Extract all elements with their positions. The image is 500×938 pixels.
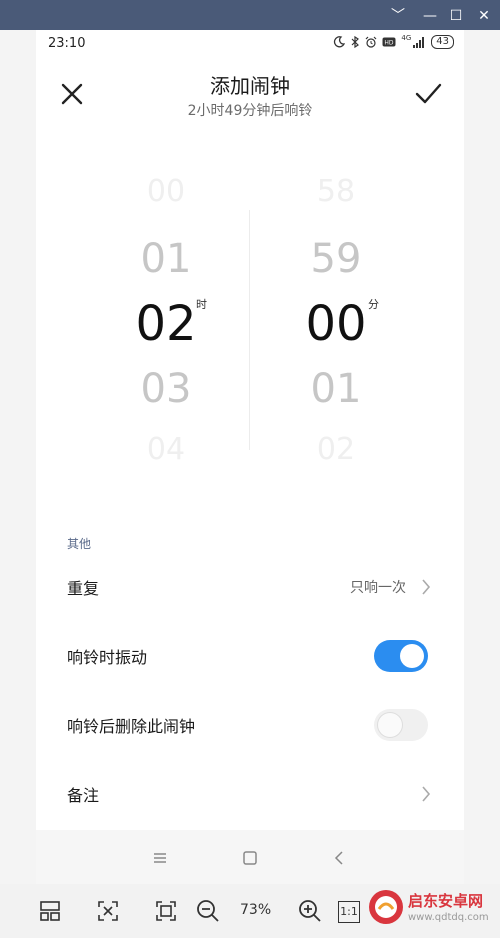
status-time: 23:10 xyxy=(48,36,86,51)
fit-window-icon[interactable] xyxy=(94,897,122,925)
actual-size-button[interactable]: 1:1 xyxy=(338,901,360,923)
delete-after-label: 响铃后删除此闹钟 xyxy=(67,717,196,736)
layout-icon[interactable] xyxy=(36,897,64,925)
moon-icon xyxy=(334,36,346,48)
note-label: 备注 xyxy=(67,786,100,805)
chevron-right-icon xyxy=(422,579,431,595)
bluetooth-icon xyxy=(351,36,360,48)
repeat-label: 重复 xyxy=(67,579,100,598)
page-header: 添加闹钟 2小时49分钟后响铃 xyxy=(36,58,464,138)
zoom-level: 73% xyxy=(240,902,272,918)
confirm-check-icon[interactable] xyxy=(412,78,444,110)
maximize-button[interactable]: ☐ xyxy=(446,6,466,26)
vibrate-row: 响铃时振动 xyxy=(36,628,464,684)
battery-indicator: 43 xyxy=(431,35,454,49)
close-window-button[interactable]: ✕ xyxy=(474,6,494,26)
chevron-right-icon xyxy=(422,786,431,802)
note-row[interactable]: 备注 xyxy=(36,766,464,822)
minute-option[interactable]: 59 xyxy=(236,236,436,282)
hd-icon: HD xyxy=(382,37,396,47)
minute-option[interactable]: 01 xyxy=(236,366,436,412)
home-icon[interactable] xyxy=(238,846,262,870)
section-title-other: 其他 xyxy=(67,537,92,551)
menu-icon[interactable] xyxy=(148,846,172,870)
phone-screen: 23:10 HD 4G 43 添加闹钟 2小时49分钟后响铃 00 01 02 … xyxy=(36,30,464,884)
viewer-toolbar: 73% 1:1 启东安卓网 www.qdtdq.com xyxy=(0,884,500,938)
minute-unit-label: 分 xyxy=(368,298,379,311)
zoom-in-icon[interactable] xyxy=(296,897,324,925)
4g-signal-icon xyxy=(413,37,425,48)
status-icons: HD 4G 43 xyxy=(333,34,454,49)
minute-wheel[interactable]: 58 59 00 01 02 xyxy=(236,160,436,500)
watermark-url: www.qdtdq.com xyxy=(408,912,489,923)
zoom-out-icon[interactable] xyxy=(194,897,222,925)
back-icon[interactable] xyxy=(328,846,352,870)
vibrate-toggle[interactable] xyxy=(374,640,428,672)
minute-option[interactable]: 02 xyxy=(236,432,436,467)
minute-option[interactable]: 58 xyxy=(236,174,436,209)
delete-after-row: 响铃后删除此闹钟 xyxy=(36,697,464,753)
fullscreen-icon[interactable] xyxy=(152,897,180,925)
ring-countdown: 2小时49分钟后响铃 xyxy=(187,103,313,119)
watermark-title: 启东安卓网 xyxy=(408,892,484,910)
minute-selected[interactable]: 00 xyxy=(236,296,436,352)
window-titlebar: ﹀ — ☐ ✕ xyxy=(0,0,500,30)
delete-after-toggle[interactable] xyxy=(374,709,428,741)
page-title: 添加闹钟 xyxy=(210,74,290,98)
minimize-button[interactable]: — xyxy=(420,6,440,26)
vibrate-label: 响铃时振动 xyxy=(67,648,148,667)
toggle-knob xyxy=(378,713,402,737)
hour-unit-label: 时 xyxy=(196,298,207,311)
watermark-logo xyxy=(369,890,403,924)
svg-text:HD: HD xyxy=(385,40,395,47)
toggle-knob xyxy=(400,644,424,668)
alarm-icon xyxy=(365,36,377,48)
repeat-value: 只响一次 xyxy=(350,580,406,596)
chevron-down-icon[interactable]: ﹀ xyxy=(388,6,408,26)
status-bar: 23:10 HD 4G 43 xyxy=(36,30,464,58)
repeat-row[interactable]: 重复 只响一次 xyxy=(36,559,464,615)
network-type: 4G xyxy=(401,34,412,42)
android-nav-bar xyxy=(36,830,464,884)
